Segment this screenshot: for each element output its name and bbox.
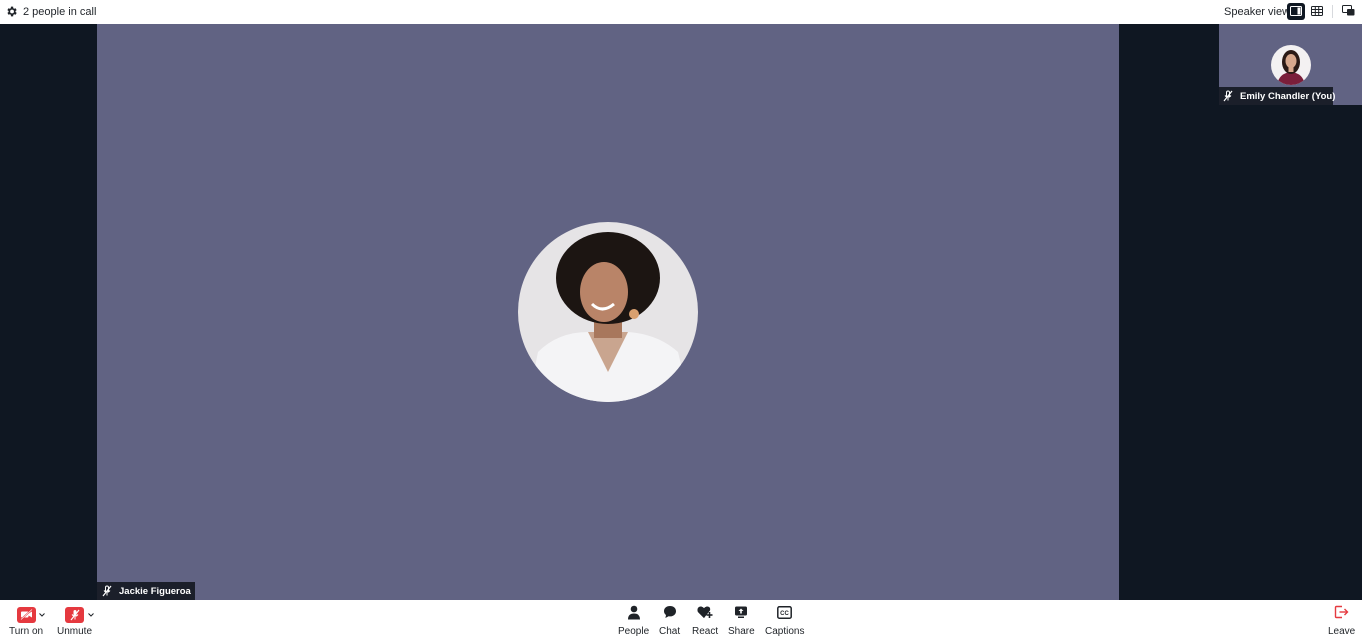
call-header: 2 people in call Speaker view: [0, 0, 1362, 24]
mic-toggle-label: Unmute: [57, 626, 93, 637]
heart-plus-icon: [697, 605, 713, 624]
main-participant-name: Jackie Figueroa: [119, 585, 191, 597]
camera-toggle-label: Turn on: [9, 626, 44, 637]
self-participant-avatar: [1271, 45, 1311, 85]
self-participant-name-tag: Emily Chandler (You): [1219, 87, 1336, 105]
main-participant-name-tag: Jackie Figueroa: [97, 582, 195, 600]
toolbar-divider: [1332, 5, 1333, 18]
participant-count: 2 people in call: [23, 6, 97, 18]
speaker-view-button[interactable]: [1287, 3, 1305, 20]
camera-off-icon: [16, 606, 36, 623]
grid-view-icon: [1311, 3, 1323, 21]
captions-button[interactable]: CC Captions: [765, 605, 805, 638]
main-participant-tile[interactable]: Jackie Figueroa: [97, 24, 1119, 600]
popout-button[interactable]: [1339, 3, 1357, 20]
popout-icon: [1341, 3, 1355, 21]
leave-icon: [1334, 605, 1349, 624]
chat-label: Chat: [659, 626, 681, 637]
react-button[interactable]: React: [692, 606, 718, 638]
muted-mic-icon: [1222, 90, 1234, 102]
people-icon: [627, 605, 641, 625]
people-label: People: [618, 626, 650, 637]
leave-button[interactable]: Leave: [1328, 605, 1356, 638]
people-button[interactable]: People: [618, 605, 650, 638]
mic-options-chevron-down-icon[interactable]: [87, 606, 95, 617]
self-participant-name: Emily Chandler (You): [1240, 90, 1336, 102]
self-participant-tile[interactable]: Emily Chandler (You): [1219, 24, 1362, 105]
svg-text:CC: CC: [780, 611, 789, 617]
video-stage: Jackie Figueroa Emily Chandler (You): [0, 24, 1362, 600]
gear-icon[interactable]: [5, 5, 18, 18]
view-mode-label: Speaker view: [1224, 6, 1291, 18]
react-label: React: [692, 626, 719, 637]
leave-label: Leave: [1328, 626, 1356, 637]
mic-off-icon: [65, 606, 84, 623]
share-button[interactable]: Share: [728, 606, 755, 638]
share-label: Share: [728, 626, 755, 637]
speaker-view-icon: [1290, 3, 1302, 21]
share-screen-icon: [734, 605, 748, 624]
call-controls-bar: Turn on Unmute People Chat React Share C…: [0, 600, 1362, 638]
captions-icon: CC: [777, 605, 793, 624]
camera-options-chevron-down-icon[interactable]: [38, 606, 46, 617]
chat-icon: [663, 605, 677, 624]
muted-mic-icon: [101, 585, 113, 597]
grid-view-button[interactable]: [1308, 3, 1326, 20]
main-participant-avatar: [518, 222, 698, 402]
chat-button[interactable]: Chat: [659, 606, 680, 638]
captions-label: Captions: [765, 626, 805, 637]
